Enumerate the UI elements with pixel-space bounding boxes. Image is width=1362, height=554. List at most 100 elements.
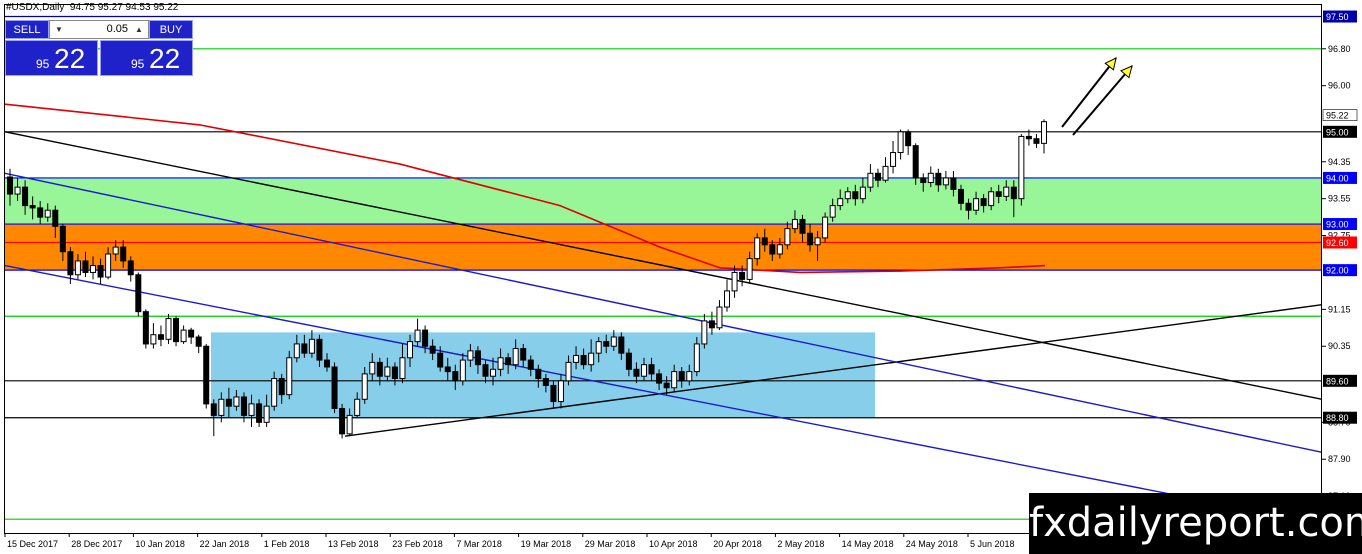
candle-body-74 bbox=[565, 361, 572, 382]
candle-body-9 bbox=[74, 260, 81, 276]
candle-body-125 bbox=[950, 177, 957, 190]
candle-body-106 bbox=[807, 232, 814, 246]
time-tick-label-10: 10 Apr 2018 bbox=[649, 539, 698, 549]
candle-body-80 bbox=[610, 336, 617, 347]
candle-body-79 bbox=[603, 341, 610, 347]
candle-body-30 bbox=[233, 396, 240, 407]
symbol-title: #USDX,Daily 94.75 95.27 94.53 95.22 bbox=[6, 2, 178, 13]
bid-big: 22 bbox=[54, 43, 86, 74]
candle-body-94 bbox=[716, 306, 723, 329]
price-tick-label-0: 96.80 bbox=[1328, 44, 1351, 54]
candle-body-121 bbox=[920, 177, 927, 184]
candle-body-118 bbox=[897, 131, 904, 154]
candle-body-67 bbox=[512, 348, 519, 366]
candle-body-17 bbox=[135, 274, 142, 313]
ask-quote[interactable]: 95 22 bbox=[100, 40, 193, 76]
candle-body-41 bbox=[316, 338, 323, 361]
time-tick-label-1: 28 Dec 2017 bbox=[71, 539, 122, 549]
price-tick-label-3: 93.55 bbox=[1328, 194, 1351, 204]
time-tick-label-13: 14 May 2018 bbox=[842, 539, 894, 549]
candle-body-63 bbox=[482, 364, 489, 377]
level-label-5: 92.00 bbox=[1326, 266, 1349, 276]
candle-body-88 bbox=[671, 371, 678, 389]
candle-body-61 bbox=[467, 350, 474, 361]
candle-body-84 bbox=[640, 364, 647, 377]
time-tick-label-2: 10 Jan 2018 bbox=[135, 539, 185, 549]
candle-body-64 bbox=[490, 368, 497, 377]
candle-body-18 bbox=[142, 311, 149, 345]
candle-body-137 bbox=[1041, 121, 1047, 144]
candle-body-14 bbox=[112, 246, 119, 255]
candle-body-48 bbox=[369, 361, 376, 375]
level-label-6: 89.60 bbox=[1326, 376, 1349, 386]
candle-body-16 bbox=[127, 260, 134, 276]
candle-body-69 bbox=[527, 359, 534, 370]
level-label-2: 94.00 bbox=[1326, 173, 1349, 183]
candle-body-19 bbox=[150, 334, 157, 345]
sell-button[interactable]: SELL bbox=[5, 20, 49, 39]
candle-body-43 bbox=[331, 366, 338, 409]
price-tick-label-1: 96.00 bbox=[1328, 81, 1351, 91]
candle-body-21 bbox=[165, 318, 172, 340]
candle-body-56 bbox=[429, 345, 436, 354]
lot-size-value[interactable]: 0.05 bbox=[107, 21, 128, 38]
current-price-label: 95.22 bbox=[1326, 111, 1349, 121]
candle-body-58 bbox=[444, 366, 451, 373]
candle-body-22 bbox=[173, 318, 180, 343]
bid-quote[interactable]: 95 22 bbox=[5, 40, 98, 76]
candle-body-7 bbox=[59, 225, 66, 253]
candle-body-68 bbox=[520, 348, 527, 361]
time-tick-label-4: 1 Feb 2018 bbox=[264, 539, 310, 549]
candle-body-47 bbox=[361, 373, 368, 400]
lot-dropdown-icon[interactable]: ▼ bbox=[52, 21, 66, 38]
candle-body-27 bbox=[210, 403, 217, 416]
candle-body-89 bbox=[678, 371, 685, 382]
candle-body-66 bbox=[505, 357, 512, 366]
candle-body-37 bbox=[286, 357, 293, 396]
candle-body-62 bbox=[474, 350, 481, 366]
symbol-name: #USDX,Daily bbox=[6, 2, 65, 13]
candle-body-111 bbox=[844, 191, 851, 200]
candle-body-78 bbox=[595, 341, 602, 354]
candle-body-52 bbox=[399, 357, 406, 380]
candle-body-102 bbox=[776, 244, 783, 255]
candle-body-60 bbox=[459, 359, 466, 382]
watermark: fxdailyreport.com bbox=[1029, 493, 1362, 554]
one-click-trading-panel: SELL ▼ 0.05 ▲ BUY 95 22 95 22 bbox=[5, 20, 193, 76]
candle-body-28 bbox=[218, 398, 225, 416]
candle-body-70 bbox=[535, 368, 542, 380]
candle-body-55 bbox=[422, 329, 429, 347]
candle-body-33 bbox=[256, 403, 263, 423]
lot-size-stepper[interactable]: ▼ 0.05 ▲ bbox=[49, 20, 149, 39]
candle-body-90 bbox=[686, 371, 693, 382]
candle-body-40 bbox=[308, 338, 315, 354]
candle-body-57 bbox=[437, 352, 444, 368]
candle-body-122 bbox=[927, 172, 934, 184]
price-tick-label-8: 87.90 bbox=[1328, 454, 1351, 464]
candle-body-105 bbox=[799, 218, 806, 234]
candle-body-87 bbox=[663, 382, 670, 389]
candle-body-96 bbox=[731, 271, 738, 292]
candle-body-31 bbox=[240, 396, 247, 416]
candle-body-46 bbox=[354, 398, 361, 416]
candle-body-98 bbox=[746, 258, 753, 280]
buy-button[interactable]: BUY bbox=[149, 20, 193, 39]
candle-body-109 bbox=[829, 205, 836, 218]
candle-body-86 bbox=[656, 373, 663, 384]
time-tick-label-14: 24 May 2018 bbox=[906, 539, 958, 549]
candle-body-49 bbox=[376, 361, 383, 377]
price-tick-label-2: 94.35 bbox=[1328, 157, 1351, 167]
lot-spin-icon[interactable]: ▲ bbox=[132, 21, 146, 38]
candle-body-34 bbox=[263, 405, 270, 423]
candle-body-115 bbox=[874, 172, 881, 181]
level-label-1: 95.00 bbox=[1326, 127, 1349, 137]
time-tick-label-6: 23 Feb 2018 bbox=[392, 539, 443, 549]
candle-body-103 bbox=[784, 228, 791, 246]
candle-body-123 bbox=[935, 172, 942, 186]
candle-body-4 bbox=[37, 207, 44, 218]
candle-body-13 bbox=[105, 253, 112, 278]
candle-body-107 bbox=[814, 237, 821, 246]
bid-small: 95 bbox=[36, 57, 50, 71]
candle-body-135 bbox=[1025, 135, 1032, 140]
ask-big: 22 bbox=[149, 43, 181, 74]
